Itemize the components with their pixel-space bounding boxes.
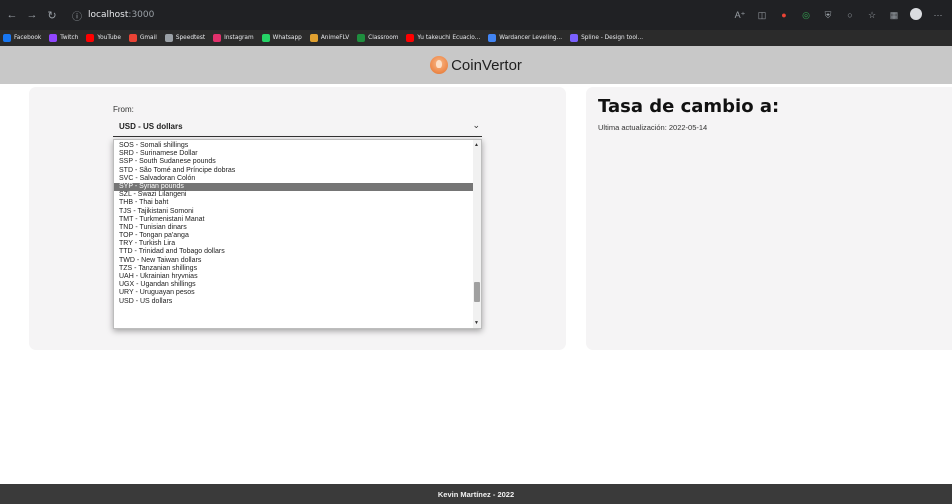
scroll-down-icon[interactable]: ▼ (474, 320, 479, 326)
rates-title: Tasa de cambio a: (598, 96, 780, 117)
bookmark-favicon-icon (488, 34, 497, 42)
bookmark-favicon-icon (164, 34, 173, 42)
bookmark-item[interactable]: YouTube (86, 34, 121, 42)
currency-option[interactable]: TWD - New Taiwan dollars (114, 257, 474, 265)
currency-option[interactable]: STD - São Tomé and Príncipe dobras (114, 167, 474, 175)
currency-option[interactable]: THB - Thai baht (114, 199, 474, 207)
currency-dropdown-list[interactable]: SOS - Somali shillings SRD - Surinamese D… (113, 139, 482, 329)
back-icon[interactable]: ← (4, 9, 20, 21)
last-updated: Ultima actualización: 2022-05-14 (598, 123, 708, 132)
currency-option[interactable]: TTD - Trinidad and Tobago dollars (114, 248, 474, 256)
bookmark-item[interactable]: Facebook (3, 34, 41, 42)
bookmark-favicon-icon (213, 34, 222, 42)
bookmark-label: Instagram (224, 35, 254, 41)
favorite-icon[interactable]: ☆ (866, 10, 878, 21)
chevron-down-icon: ⌄ (472, 120, 480, 130)
currency-option[interactable]: UGX - Ugandan shillings (114, 281, 474, 289)
bookmark-favicon-icon (570, 34, 579, 42)
shield-icon[interactable]: ⛨ (822, 10, 834, 21)
bookmark-item[interactable]: Spline - Design tool... (570, 34, 643, 42)
extension-icon[interactable]: ○ (844, 10, 856, 20)
info-icon[interactable]: ⓘ (72, 8, 82, 23)
currency-option[interactable]: SSP - South Sudanese pounds (114, 158, 474, 166)
reload-icon[interactable]: ↻ (44, 9, 60, 22)
bookmark-favicon-icon (309, 34, 318, 42)
bookmark-label: YouTube (97, 35, 121, 41)
brand-name: CoinVertor (451, 56, 522, 74)
bookmark-label: Yu takeuchi Ecuacio... (417, 35, 481, 41)
selected-currency: USD - US dollars (119, 122, 183, 131)
collections-icon[interactable]: ▦ (888, 10, 900, 21)
bookmark-label: Spline - Design tool... (581, 35, 644, 41)
scrollbar-thumb[interactable] (474, 282, 480, 302)
bookmark-item[interactable]: Twitch (49, 34, 78, 42)
bookmark-favicon-icon (3, 34, 11, 42)
currency-option[interactable]: TJS - Tajikistani Somoni (114, 208, 474, 216)
from-label: From: (113, 105, 134, 114)
address-bar[interactable]: ⓘ localhost:3000 (72, 5, 154, 25)
currency-option[interactable]: SRD - Surinamese Dollar (114, 150, 474, 158)
browser-toolbar: ← → ↻ ⓘ localhost:3000 A⁺ ◫ ● ◎ ⛨ ○ ☆ ▦ … (0, 0, 952, 30)
currency-option[interactable]: TMT - Turkmenistani Manat (114, 216, 474, 224)
currency-option[interactable]: URY - Uruguayan pesos (114, 289, 474, 297)
option-list: SOS - Somali shillings SRD - Surinamese D… (114, 140, 481, 306)
bookmark-label: Twitch (60, 35, 79, 41)
currency-option[interactable]: SYP - Syrian pounds (114, 182, 474, 192)
bookmark-item[interactable]: Speedtest (164, 34, 206, 42)
bookmark-favicon-icon (357, 34, 366, 42)
bookmark-item[interactable]: Yu takeuchi Ecuacio... (406, 34, 480, 42)
bookmark-item[interactable]: Instagram (213, 34, 254, 42)
bookmark-favicon-icon (49, 34, 58, 42)
bookmark-item[interactable]: Wardancer Leveling... (488, 34, 562, 42)
page-footer: Kevin Martínez - 2022 (0, 484, 952, 504)
coin-logo-icon (430, 56, 449, 74)
bookmark-label: AnimeFLV (320, 35, 350, 41)
bookmark-label: Whatsapp (272, 35, 302, 41)
currency-option[interactable]: TRY - Turkish Lira (114, 240, 474, 248)
currency-option[interactable]: TZS - Tanzanian shillings (114, 265, 474, 273)
currency-option[interactable]: SOS - Somali shillings (114, 142, 474, 150)
extension-green-icon[interactable]: ◎ (800, 10, 812, 21)
app-header: CoinVertor (0, 46, 952, 84)
toolbar-icons: A⁺ ◫ ● ◎ ⛨ ○ ☆ ▦ ⋯ (734, 0, 944, 30)
tabs-icon[interactable]: ◫ (756, 10, 768, 21)
scroll-up-icon[interactable]: ▲ (474, 142, 479, 148)
bookmark-label: Facebook (14, 35, 42, 41)
bookmark-favicon-icon (406, 34, 415, 42)
currency-option[interactable]: SVC - Salvadoran Colón (114, 175, 474, 183)
bookmark-label: Classroom (368, 35, 399, 41)
bookmark-favicon-icon (128, 34, 137, 42)
forward-icon[interactable]: → (24, 9, 40, 21)
url-port: :3000 (128, 10, 155, 20)
currency-option[interactable]: TOP - Tongan pa'anga (114, 232, 474, 240)
bookmark-item[interactable]: Whatsapp (261, 34, 302, 42)
bookmark-label: Gmail (139, 35, 157, 41)
extension-red-icon[interactable]: ● (778, 10, 790, 20)
bookmarks-bar: Facebook Twitch YouTube Gmail Speedtest Insta… (0, 30, 952, 46)
bookmark-item[interactable]: Classroom (357, 34, 398, 42)
read-aloud-icon[interactable]: A⁺ (734, 10, 746, 21)
from-currency-select[interactable]: USD - US dollars ⌄ (113, 117, 482, 137)
url-text: localhost:3000 (88, 10, 154, 20)
currency-option[interactable]: SZL - Swazi Lilangeni (114, 191, 474, 199)
url-host: localhost (88, 10, 129, 20)
bookmark-item[interactable]: AnimeFLV (309, 34, 350, 42)
profile-avatar[interactable] (910, 8, 922, 22)
currency-option[interactable]: TND - Tunisian dinars (114, 224, 474, 232)
bookmark-favicon-icon (86, 34, 95, 42)
bookmark-favicon-icon (261, 34, 270, 42)
bookmark-label: Wardancer Leveling... (499, 35, 563, 41)
dropdown-scrollbar[interactable]: ▲ ▼ (473, 140, 481, 328)
currency-option[interactable]: UAH - Ukrainian hryvnias (114, 273, 474, 281)
footer-text: Kevin Martínez - 2022 (437, 489, 515, 499)
more-icon[interactable]: ⋯ (932, 10, 944, 21)
bookmark-item[interactable]: Gmail (128, 34, 157, 42)
bookmark-label: Speedtest (175, 35, 206, 41)
currency-option[interactable]: USD - US dollars (114, 298, 474, 306)
